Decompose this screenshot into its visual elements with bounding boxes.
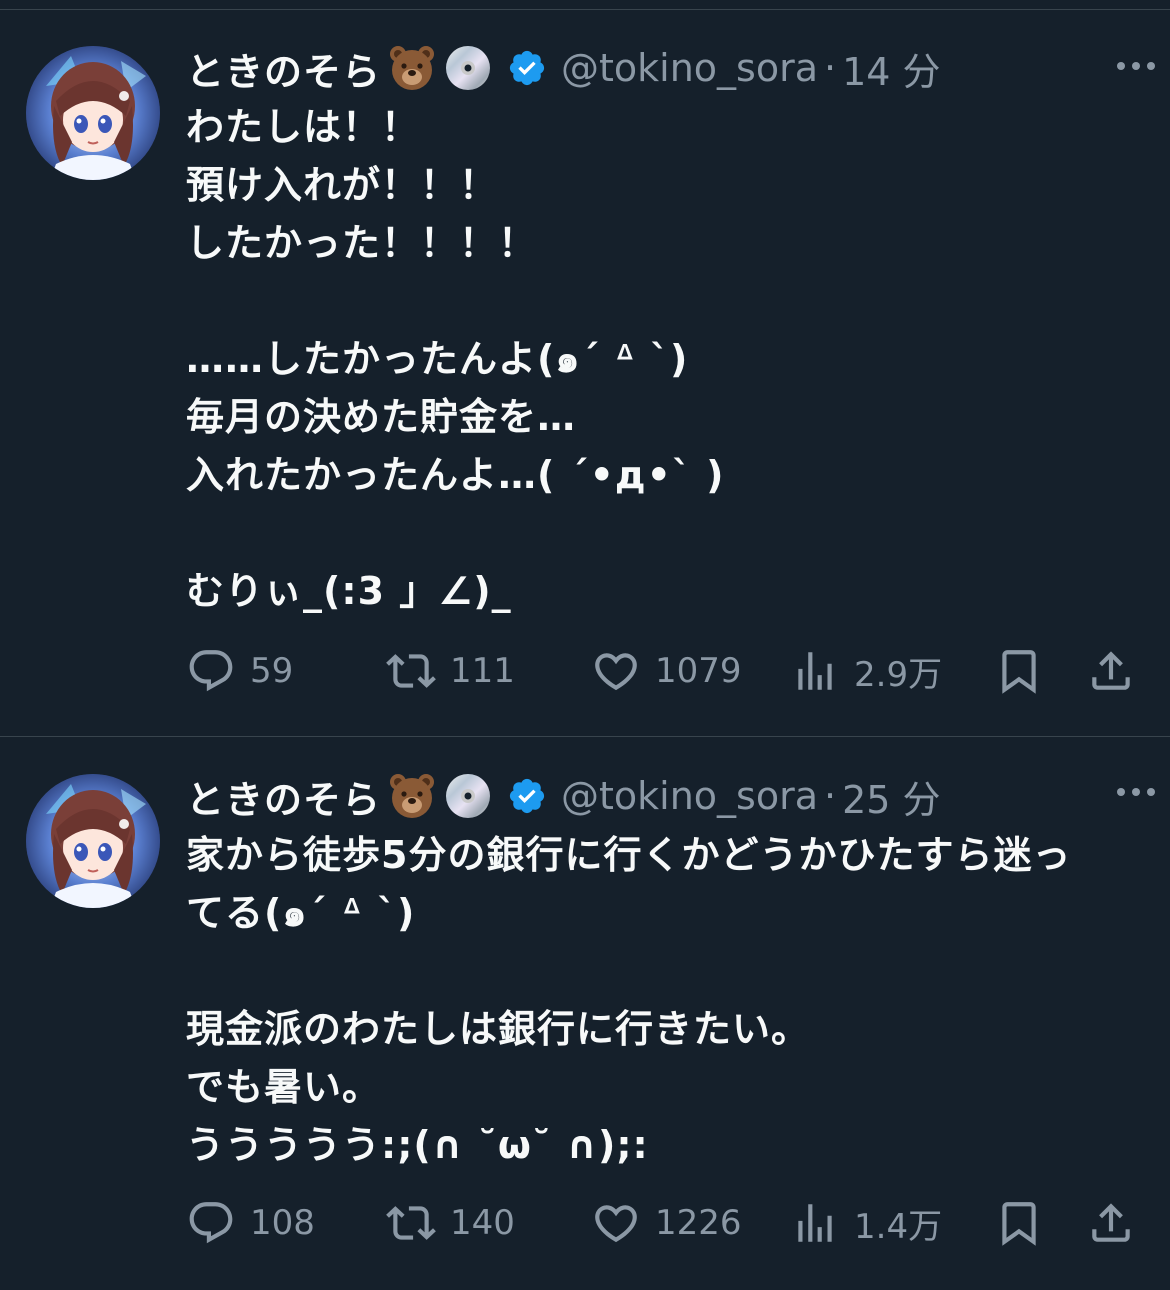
share-button[interactable] [1086, 1198, 1136, 1248]
tweet[interactable]: ときのそら [0, 10, 1170, 737]
views-icon [798, 1204, 832, 1242]
more-icon[interactable] [1114, 782, 1158, 802]
share-icon [1092, 1203, 1130, 1242]
retweet-count: 140 [450, 1203, 515, 1243]
share-icon [1092, 651, 1130, 690]
separator-dot: · [824, 774, 837, 818]
bookmark-button[interactable] [994, 646, 1044, 696]
tweet-actions: 108 140 1226 1.4万 [186, 1198, 1146, 1248]
views-button[interactable]: 2.9万 [790, 646, 942, 696]
views-icon [798, 652, 832, 690]
like-icon [595, 1205, 637, 1243]
timestamp[interactable]: 25 分 [842, 769, 940, 824]
separator-dot: · [824, 46, 837, 90]
display-name[interactable]: ときのそら [186, 769, 381, 824]
more-icon[interactable] [1114, 56, 1158, 76]
retweet-button[interactable]: 111 [386, 646, 515, 696]
reply-icon [189, 650, 233, 692]
bookmark-button[interactable] [994, 1198, 1044, 1248]
like-button[interactable]: 1079 [591, 646, 742, 696]
retweet-count: 111 [450, 651, 515, 691]
like-count: 1226 [655, 1203, 742, 1243]
handle[interactable]: @tokino_sora [561, 774, 818, 818]
bookmark-icon [1002, 650, 1036, 694]
divider [0, 0, 1170, 10]
reply-button[interactable]: 108 [186, 1198, 315, 1248]
tweet-header: ときのそら [186, 40, 1150, 96]
verified-badge-icon[interactable] [507, 48, 547, 88]
verified-badge-icon[interactable] [507, 776, 547, 816]
reply-icon [189, 1202, 233, 1244]
bear-face-emoji [387, 43, 437, 93]
retweet-icon [386, 654, 436, 688]
like-button[interactable]: 1226 [591, 1198, 742, 1248]
timestamp[interactable]: 14 分 [842, 41, 940, 96]
tweet-actions: 59 111 1079 2.9万 [186, 646, 1146, 696]
display-name[interactable]: ときのそら [186, 41, 381, 96]
reply-button[interactable]: 59 [186, 646, 293, 696]
retweet-button[interactable]: 140 [386, 1198, 515, 1248]
tweet-text: わたしは！！ 預け入れが！！！ したかった！！！！ ……したかったんよ(๑ˊ ᐞ… [186, 105, 725, 613]
like-icon [595, 653, 637, 691]
bear-face-emoji [387, 771, 437, 821]
tweet-text: 家から徒歩5分の銀行に行くかどうかひたすら迷っ てる(๑ˊ ᐞ ˋ) 現金派のわ… [186, 833, 1072, 1167]
dvd-disc-emoji [443, 43, 493, 93]
bookmark-icon [1002, 1202, 1036, 1246]
handle[interactable]: @tokino_sora [561, 46, 818, 90]
retweet-icon [386, 1206, 436, 1240]
share-button[interactable] [1086, 646, 1136, 696]
timeline-feed: ときのそら @tokino_sora · 14 分 わたしは！！ 預け入れが！！… [0, 0, 1170, 1290]
avatar[interactable] [26, 774, 160, 908]
tweet-header: ときのそら [186, 768, 1150, 824]
views-button[interactable]: 1.4万 [790, 1198, 942, 1248]
reply-count: 108 [250, 1203, 315, 1243]
like-count: 1079 [655, 651, 742, 691]
dvd-disc-emoji [443, 771, 493, 821]
avatar[interactable] [26, 46, 160, 180]
tweet[interactable]: ときのそら [0, 738, 1170, 1290]
reply-count: 59 [250, 651, 294, 691]
view-count: 1.4万 [854, 1206, 943, 1247]
view-count: 2.9万 [854, 654, 943, 695]
